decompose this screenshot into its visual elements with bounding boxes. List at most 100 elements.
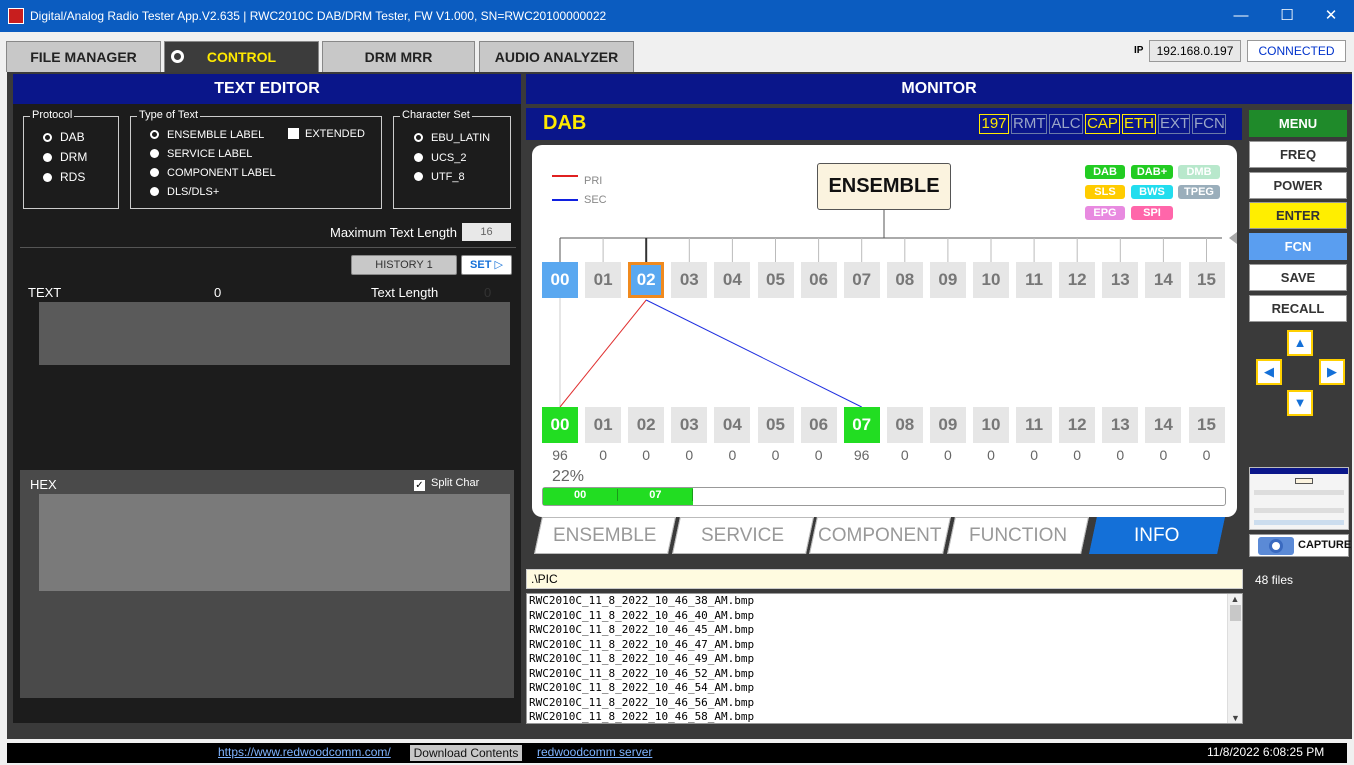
component-cell[interactable]: 10 <box>973 407 1009 443</box>
charset-ucs2-radio[interactable]: UCS_2 <box>414 152 466 164</box>
connection-status-button[interactable]: CONNECTED <box>1247 40 1346 62</box>
arrow-down-button[interactable]: ▼ <box>1287 390 1313 416</box>
charset-ebu-latin-radio[interactable]: EBU_LATIN <box>414 132 490 144</box>
capture-thumbnail[interactable] <box>1249 467 1349 530</box>
component-cell[interactable]: 05 <box>757 407 794 443</box>
component-cell[interactable]: 07 <box>843 407 880 443</box>
split-char-checkbox[interactable]: ✓ Split Char <box>414 477 479 491</box>
minimize-button[interactable]: — <box>1218 0 1264 32</box>
component-cell[interactable]: 11 <box>1016 407 1053 443</box>
file-list-scrollbar[interactable]: ▲ ▼ <box>1227 594 1242 723</box>
download-contents-button[interactable]: Download Contents <box>410 745 522 761</box>
component-cell[interactable]: 12 <box>1059 407 1096 443</box>
protocol-dab-radio[interactable]: DAB <box>43 130 85 144</box>
ip-address-field[interactable]: 192.168.0.197 <box>1149 40 1241 62</box>
website-link[interactable]: https://www.redwoodcomm.com/ <box>218 745 391 759</box>
scroll-thumb[interactable] <box>1229 605 1241 621</box>
max-text-length-input[interactable]: 16 <box>462 223 511 241</box>
service-cell[interactable]: 11 <box>1016 262 1053 298</box>
arrow-right-button[interactable]: ▶ <box>1319 359 1345 385</box>
file-list-item[interactable]: RWC2010C_11_8_2022_10_46_54_AM.bmp <box>527 681 1242 696</box>
file-list-item[interactable]: RWC2010C_11_8_2022_10_46_45_AM.bmp <box>527 623 1242 638</box>
badge-eth[interactable]: ETH <box>1122 114 1156 134</box>
badge-fcn[interactable]: FCN <box>1192 114 1226 134</box>
badge-alc[interactable]: ALC <box>1049 114 1083 134</box>
text-input-area[interactable] <box>39 302 510 365</box>
badge-ext[interactable]: EXT <box>1158 114 1190 134</box>
capture-button[interactable]: CAPTURE <box>1249 534 1351 557</box>
service-cell[interactable]: 06 <box>800 262 837 298</box>
arrow-up-button[interactable]: ▲ <box>1287 330 1313 356</box>
badge-197[interactable]: 197 <box>979 114 1009 134</box>
service-cell[interactable]: 10 <box>973 262 1009 298</box>
service-cell[interactable]: 12 <box>1059 262 1096 298</box>
tab-drm-mrr[interactable]: DRM MRR <box>322 41 475 72</box>
service-cell[interactable]: 13 <box>1102 262 1139 298</box>
component-label-radio[interactable]: COMPONENT LABEL <box>150 167 276 179</box>
badge-cap[interactable]: CAP <box>1085 114 1120 134</box>
scroll-up-icon[interactable]: ▲ <box>1228 594 1242 604</box>
enter-button[interactable]: ENTER <box>1249 202 1347 230</box>
fcn-button[interactable]: FCN <box>1249 233 1347 261</box>
save-button[interactable]: SAVE <box>1249 264 1347 291</box>
file-list-item[interactable]: RWC2010C_11_8_2022_10_46_40_AM.bmp <box>527 609 1242 624</box>
file-list-item[interactable]: RWC2010C_11_8_2022_10_46_47_AM.bmp <box>527 638 1242 653</box>
component-cell[interactable]: 09 <box>929 407 966 443</box>
server-link[interactable]: redwoodcomm server <box>537 745 652 759</box>
close-button[interactable]: ✕ <box>1308 0 1354 32</box>
power-button[interactable]: POWER <box>1249 171 1347 199</box>
service-cell[interactable]: 03 <box>671 262 708 298</box>
charset-utf8-radio[interactable]: UTF_8 <box>414 171 465 183</box>
protocol-rds-radio[interactable]: RDS <box>43 170 85 184</box>
file-list-item[interactable]: RWC2010C_11_8_2022_10_46_56_AM.bmp <box>527 696 1242 711</box>
service-cell[interactable]: 02 <box>628 262 665 298</box>
ensemble-label-radio[interactable]: ENSEMBLE LABEL <box>150 129 264 141</box>
component-cell[interactable]: 13 <box>1102 407 1139 443</box>
protocol-drm-radio[interactable]: DRM <box>43 150 87 164</box>
tab-ensemble[interactable]: ENSEMBLE <box>534 517 676 554</box>
service-cell[interactable]: 14 <box>1145 262 1182 298</box>
service-cell[interactable]: 01 <box>585 262 622 298</box>
component-cell[interactable]: 01 <box>585 407 622 443</box>
badge-rmt[interactable]: RMT <box>1011 114 1047 134</box>
component-cell[interactable]: 04 <box>714 407 751 443</box>
service-cell[interactable]: 00 <box>542 262 578 298</box>
service-cell[interactable]: 05 <box>757 262 794 298</box>
service-cell[interactable]: 15 <box>1188 262 1225 298</box>
service-cell[interactable]: 08 <box>886 262 923 298</box>
maximize-button[interactable]: ☐ <box>1264 0 1310 32</box>
menu-button[interactable]: MENU <box>1249 110 1347 137</box>
tab-audio-analyzer[interactable]: AUDIO ANALYZER <box>479 41 634 72</box>
extended-checkbox[interactable]: EXTENDED <box>288 128 365 140</box>
component-cell[interactable]: 02 <box>628 407 665 443</box>
tab-component[interactable]: COMPONENT <box>809 517 951 554</box>
service-label-radio[interactable]: SERVICE LABEL <box>150 148 252 160</box>
component-cell[interactable]: 03 <box>671 407 708 443</box>
file-path-input[interactable]: .\PIC <box>526 569 1243 589</box>
ensemble-node[interactable]: ENSEMBLE <box>817 163 951 210</box>
hex-input-area[interactable] <box>39 494 510 591</box>
component-cell[interactable]: 15 <box>1188 407 1225 443</box>
component-cell[interactable]: 14 <box>1145 407 1182 443</box>
file-list-item[interactable]: RWC2010C_11_8_2022_10_46_58_AM.bmp <box>527 710 1242 723</box>
service-cell[interactable]: 04 <box>714 262 751 298</box>
file-list-item[interactable]: RWC2010C_11_8_2022_10_46_38_AM.bmp <box>527 594 1242 609</box>
tab-function[interactable]: FUNCTION <box>947 517 1089 554</box>
dls-radio[interactable]: DLS/DLS+ <box>150 186 219 198</box>
tab-service[interactable]: SERVICE <box>672 517 814 554</box>
scroll-down-icon[interactable]: ▼ <box>1228 713 1243 723</box>
service-cell[interactable]: 07 <box>843 262 880 298</box>
tab-info[interactable]: INFO <box>1089 517 1225 554</box>
tab-control[interactable]: CONTROL <box>164 41 319 72</box>
component-cell[interactable]: 00 <box>542 407 578 443</box>
recall-button[interactable]: RECALL <box>1249 294 1347 322</box>
component-cell[interactable]: 08 <box>886 407 923 443</box>
arrow-left-button[interactable]: ◀ <box>1256 359 1282 385</box>
history-button[interactable]: HISTORY 1 <box>351 255 457 275</box>
tab-file-manager[interactable]: FILE MANAGER <box>6 41 161 72</box>
freq-button[interactable]: FREQ <box>1249 140 1347 168</box>
file-list-item[interactable]: RWC2010C_11_8_2022_10_46_49_AM.bmp <box>527 652 1242 667</box>
file-list-item[interactable]: RWC2010C_11_8_2022_10_46_52_AM.bmp <box>527 667 1242 682</box>
component-cell[interactable]: 06 <box>800 407 837 443</box>
set-button[interactable]: SET ▷ <box>461 255 512 275</box>
